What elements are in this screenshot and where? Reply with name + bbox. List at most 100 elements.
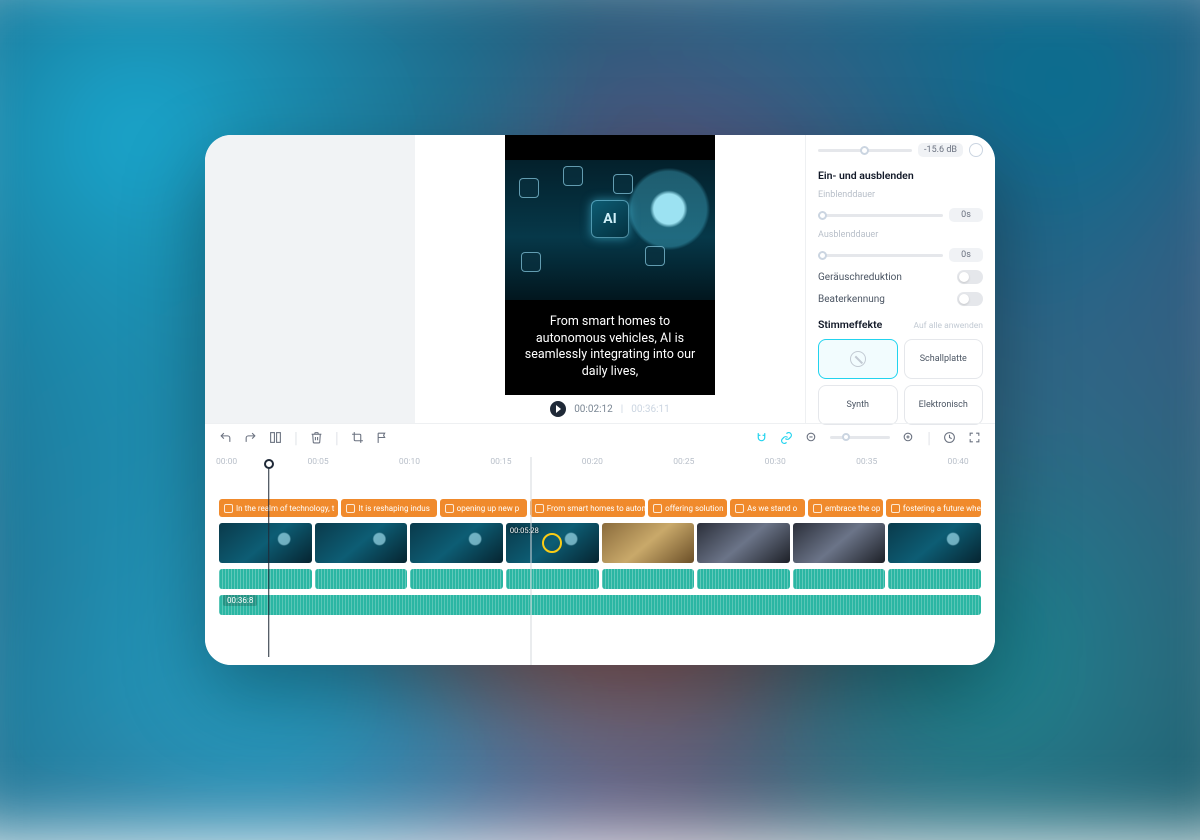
total-time: 00:36:11 xyxy=(631,404,670,415)
volume-slider[interactable] xyxy=(818,149,912,152)
caption-icon xyxy=(535,504,544,513)
crop-icon[interactable] xyxy=(351,431,364,444)
caption-icon xyxy=(346,504,355,513)
audio-clip[interactable] xyxy=(506,569,599,589)
beat-detect-toggle[interactable] xyxy=(957,292,983,306)
audio-clip[interactable] xyxy=(315,569,408,589)
tick: 00:20 xyxy=(582,457,603,467)
voice-track[interactable] xyxy=(219,569,981,589)
tick: 00:35 xyxy=(856,457,877,467)
split-icon[interactable] xyxy=(269,431,282,444)
delete-icon[interactable] xyxy=(310,431,323,444)
node-icon xyxy=(563,166,583,186)
audio-clip[interactable] xyxy=(793,569,886,589)
music-duration-label: 00:36:8 xyxy=(223,595,257,606)
audio-clip[interactable] xyxy=(410,569,503,589)
audio-clip[interactable] xyxy=(602,569,695,589)
video-clip[interactable] xyxy=(219,523,312,563)
music-track[interactable]: 00:36:8 xyxy=(219,595,981,615)
caption-clip[interactable]: opening up new p xyxy=(440,499,527,517)
playhead-handle[interactable] xyxy=(264,459,274,469)
tick: 00:15 xyxy=(490,457,511,467)
flag-icon[interactable] xyxy=(376,431,389,444)
video-clip[interactable] xyxy=(410,523,503,563)
current-time: 00:02:12 xyxy=(574,404,613,415)
fx-schallplatte[interactable]: Schallplatte xyxy=(904,339,984,379)
fade-in-label: Einblenddauer xyxy=(818,190,983,200)
link-icon[interactable] xyxy=(780,431,793,444)
none-icon xyxy=(850,351,866,367)
editor-window: AI From smart homes to autonomous vehicl… xyxy=(205,135,995,665)
fx-elektronisch[interactable]: Elektronisch xyxy=(904,385,984,425)
caption-clip[interactable]: As we stand o xyxy=(730,499,805,517)
undo-icon[interactable] xyxy=(219,431,232,444)
fade-in-slider[interactable] xyxy=(818,214,943,217)
ai-chip-icon: AI xyxy=(591,200,629,238)
video-preview[interactable]: AI From smart homes to autonomous vehicl… xyxy=(505,135,715,395)
caption-clip[interactable]: It is reshaping indus xyxy=(341,499,436,517)
tick: 00:00 xyxy=(216,457,237,467)
video-clip[interactable] xyxy=(602,523,695,563)
preview-column: AI From smart homes to autonomous vehicl… xyxy=(415,135,805,423)
node-icon xyxy=(613,174,633,194)
audio-clip[interactable] xyxy=(219,569,312,589)
redo-icon[interactable] xyxy=(244,431,257,444)
caption-clip[interactable]: embrace the op xyxy=(808,499,883,517)
fade-section-title: Ein- und ausblenden xyxy=(818,169,983,182)
tick: 00:10 xyxy=(399,457,420,467)
noise-reduction-toggle[interactable] xyxy=(957,270,983,284)
caption-clip[interactable]: fostering a future whe xyxy=(886,499,981,517)
video-clip[interactable] xyxy=(888,523,981,563)
reset-icon[interactable] xyxy=(969,143,983,157)
video-clip[interactable] xyxy=(793,523,886,563)
playhead-line xyxy=(268,467,270,657)
caption-icon xyxy=(224,504,233,513)
clip-duration-label: 00:05:28 xyxy=(510,526,539,535)
upper-area: AI From smart homes to autonomous vehicl… xyxy=(205,135,995,423)
zoom-slider[interactable] xyxy=(830,436,890,439)
timeline-toolbar: | | | xyxy=(205,423,995,451)
caption-icon xyxy=(735,504,744,513)
audio-clip[interactable] xyxy=(697,569,790,589)
caption-icon xyxy=(813,504,822,513)
zoom-out-icon[interactable] xyxy=(805,431,818,444)
magnet-icon[interactable] xyxy=(755,431,768,444)
apply-all-link[interactable]: Auf alle anwenden xyxy=(913,321,983,331)
center-guideline xyxy=(531,457,532,665)
volume-row: -15.6 dB xyxy=(818,143,983,157)
fade-in-value: 0s xyxy=(949,208,983,222)
caption-clip[interactable]: offering solution xyxy=(648,499,727,517)
fullscreen-icon[interactable] xyxy=(968,431,981,444)
caption-icon xyxy=(445,504,454,513)
tick: 00:05 xyxy=(307,457,328,467)
video-clip[interactable]: 00:05:28 xyxy=(506,523,599,563)
video-clip[interactable] xyxy=(315,523,408,563)
tick: 00:30 xyxy=(765,457,786,467)
zoom-in-icon[interactable] xyxy=(902,431,915,444)
fit-icon[interactable] xyxy=(943,431,956,444)
fx-synth[interactable]: Synth xyxy=(818,385,898,425)
inspector-panel: -15.6 dB Ein- und ausblenden Einblenddau… xyxy=(805,135,995,423)
fade-out-slider[interactable] xyxy=(818,254,943,257)
voice-fx-grid: Schallplatte Synth Elektronisch xyxy=(818,339,983,425)
tick: 00:25 xyxy=(673,457,694,467)
noise-reduction-label: Geräuschreduktion xyxy=(818,272,902,283)
audio-clip[interactable] xyxy=(888,569,981,589)
time-sep: | xyxy=(621,404,623,415)
caption-clip[interactable]: In the realm of technology, t xyxy=(219,499,338,517)
preview-artwork: AI xyxy=(505,160,715,300)
fx-none[interactable] xyxy=(818,339,898,379)
video-clip[interactable] xyxy=(697,523,790,563)
play-button[interactable] xyxy=(550,401,566,417)
caption-clip[interactable]: From smart homes to auton xyxy=(530,499,645,517)
playback-bar: 00:02:12 | 00:36:11 xyxy=(550,395,670,423)
fade-out-label: Ausblenddauer xyxy=(818,230,983,240)
caption-track[interactable]: In the realm of technology, t It is resh… xyxy=(219,499,981,517)
tracks: In the realm of technology, t It is resh… xyxy=(219,499,981,615)
time-ruler[interactable]: 00:00 00:05 00:10 00:15 00:20 00:25 00:3… xyxy=(219,457,981,477)
video-track[interactable]: 00:05:28 xyxy=(219,523,981,563)
timeline[interactable]: 00:00 00:05 00:10 00:15 00:20 00:25 00:3… xyxy=(205,451,995,665)
node-icon xyxy=(519,178,539,198)
voice-fx-title: Stimmeffekte xyxy=(818,318,882,331)
cursor-highlight-icon xyxy=(542,533,562,553)
